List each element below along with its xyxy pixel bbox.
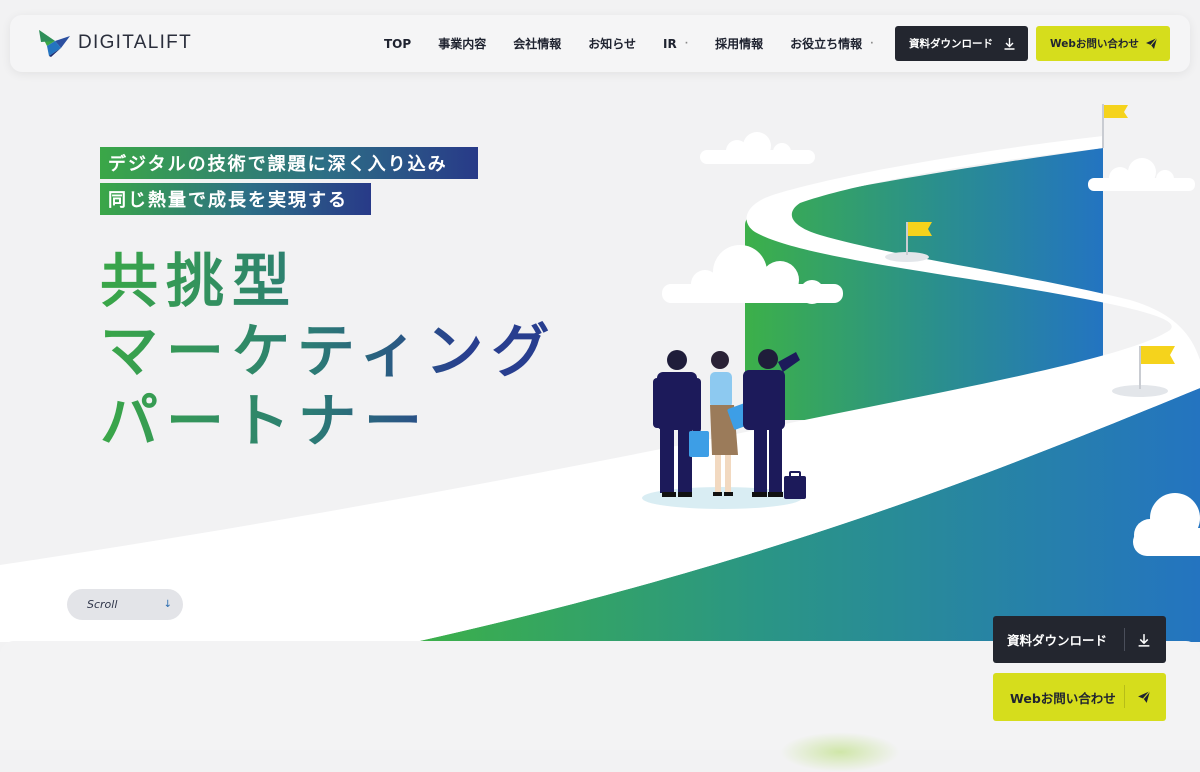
nav-label: 会社情報 (513, 37, 562, 51)
nav-label: 事業内容 (438, 37, 487, 51)
nav-item-news[interactable]: お知らせ (588, 35, 636, 52)
download-icon (1004, 38, 1015, 50)
arrow-down-icon: ↓ (163, 599, 172, 610)
floating-download-label: 資料ダウンロード (1007, 633, 1108, 648)
hero-headline: 共挑型 マーケティング パートナー (100, 246, 560, 456)
dot-icon: · (870, 38, 874, 49)
hero-tagline-1: デジタルの技術で課題に深く入り込み (100, 147, 478, 179)
flag-2 (1141, 346, 1175, 364)
flag-3 (1104, 105, 1128, 118)
headline-line-2: マーケティング (100, 316, 560, 386)
header-download-label: 資料ダウンロード (909, 38, 993, 50)
download-icon (1133, 630, 1155, 650)
brand-logo[interactable]: DIGITALIFT (37, 28, 192, 58)
paper-plane-icon (1146, 37, 1158, 49)
nav-item-company[interactable]: 会社情報 (513, 35, 561, 52)
divider (1124, 628, 1125, 651)
header-download-button[interactable]: 資料ダウンロード (895, 26, 1028, 61)
nav-label: TOP (384, 36, 412, 51)
hero-tagline-2: 同じ熱量で成長を実現する (100, 183, 371, 215)
floating-download-button[interactable]: 資料ダウンロード (993, 616, 1166, 663)
nav-item-ir[interactable]: IR · (663, 37, 688, 51)
header-contact-label: Webお問い合わせ (1050, 38, 1139, 50)
paper-plane-icon (1133, 687, 1155, 707)
divider (1124, 685, 1125, 708)
site-header: DIGITALIFT TOP 事業内容 会社情報 お知らせ IR · 採用情報 お… (10, 15, 1190, 72)
floating-contact-button[interactable]: Webお問い合わせ (993, 673, 1166, 721)
nav-item-recruit[interactable]: 採用情報 (715, 35, 763, 52)
cloud-2 (1088, 158, 1195, 191)
header-contact-button[interactable]: Webお問い合わせ (1036, 26, 1170, 61)
floating-contact-label: Webお問い合わせ (1010, 690, 1116, 706)
nav-item-useful-info[interactable]: お役立ち情報 · (790, 35, 873, 52)
main-nav: TOP 事業内容 会社情報 お知らせ IR · 採用情報 お役立ち情報 · (384, 15, 901, 72)
decorative-glow (780, 732, 900, 772)
nav-item-top[interactable]: TOP (384, 37, 411, 51)
nav-label: IR (662, 36, 677, 51)
nav-label: お役立ち情報 (790, 37, 863, 51)
cloud-1 (700, 132, 815, 164)
scroll-button[interactable]: Scroll ↓ (67, 589, 183, 620)
dot-icon: · (684, 38, 689, 49)
scroll-label: Scroll (87, 598, 118, 611)
bird-logo-icon (39, 30, 70, 57)
nav-item-business[interactable]: 事業内容 (438, 35, 486, 52)
brand-name: DIGITALIFT (78, 32, 192, 53)
nav-label: お知らせ (588, 37, 636, 51)
headline-line-1: 共挑型 (100, 246, 560, 316)
nav-label: 採用情報 (715, 37, 764, 51)
headline-line-3: パートナー (100, 386, 560, 456)
briefcase (784, 471, 806, 499)
